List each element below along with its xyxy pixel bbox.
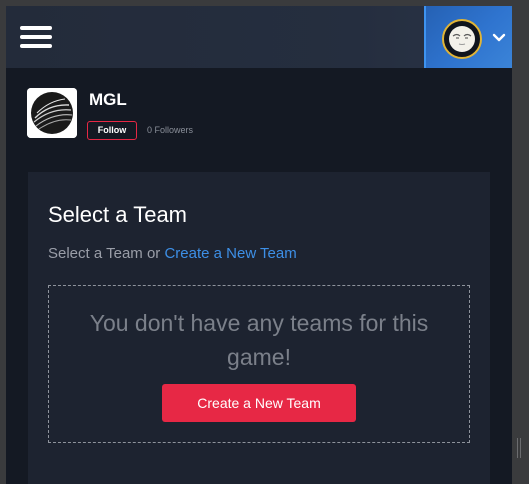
hamburger-line	[20, 44, 52, 48]
follow-button[interactable]: Follow	[87, 121, 137, 140]
panel-subtitle: Select a Team or Create a New Team	[48, 245, 297, 262]
app-frame: MGL Follow 0 Followers Select a Team Sel…	[6, 6, 512, 484]
resize-grip-icon[interactable]	[517, 438, 523, 458]
user-menu-button[interactable]	[424, 6, 512, 68]
org-logo[interactable]	[27, 88, 77, 138]
mgl-sphere-logo-icon	[27, 88, 77, 138]
empty-state-message: You don't have any teams for this game!	[89, 310, 429, 370]
grip-line	[520, 438, 521, 458]
org-name: MGL	[89, 90, 127, 109]
user-avatar	[442, 19, 482, 59]
select-team-panel: Select a Team Select a Team or Create a …	[28, 172, 490, 484]
create-team-button[interactable]: Create a New Team	[162, 384, 356, 422]
subtitle-text: Select a Team or	[48, 245, 165, 262]
hamburger-menu-icon[interactable]	[20, 26, 52, 48]
chevron-down-icon	[492, 33, 506, 42]
top-navigation-bar	[6, 6, 512, 68]
empty-teams-box: You don't have any teams for this game! …	[48, 285, 470, 443]
panel-title: Select a Team	[48, 202, 188, 227]
moon-face-avatar-icon	[449, 26, 475, 52]
hamburger-line	[20, 35, 52, 39]
create-team-link[interactable]: Create a New Team	[164, 245, 296, 262]
followers-count: 0 Followers	[147, 125, 194, 135]
hamburger-line	[20, 26, 52, 30]
grip-line	[517, 438, 518, 458]
